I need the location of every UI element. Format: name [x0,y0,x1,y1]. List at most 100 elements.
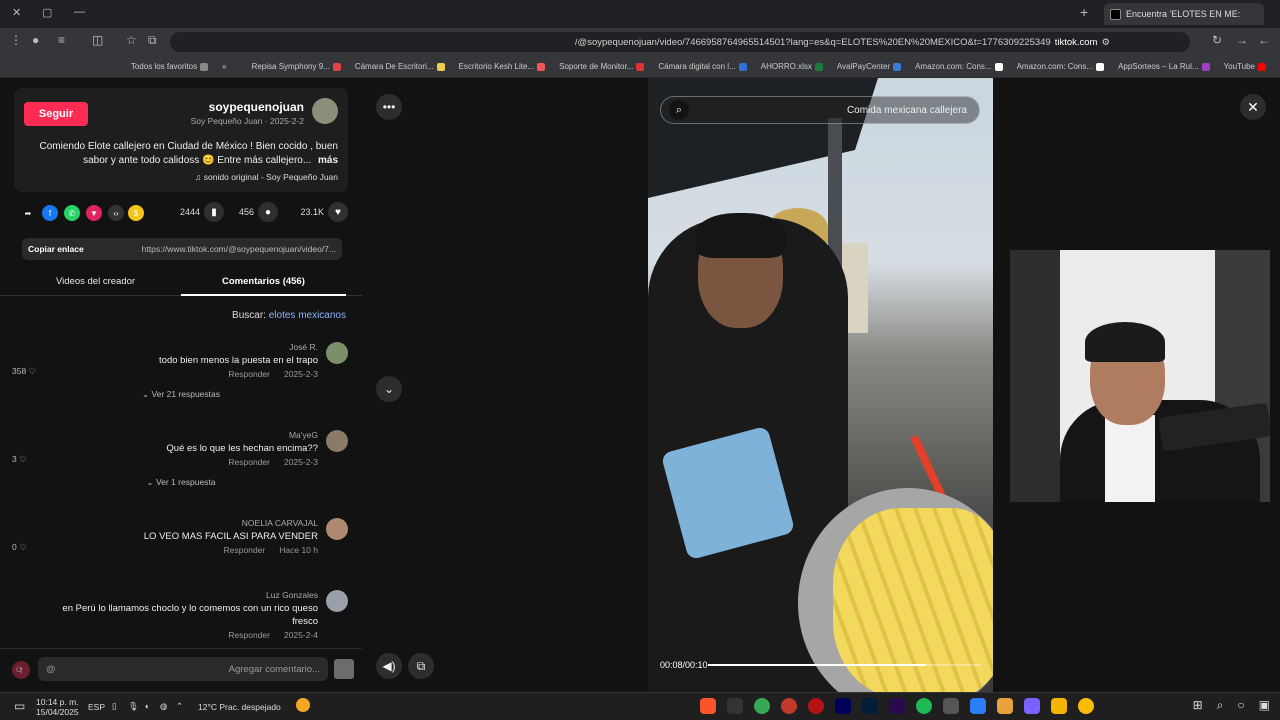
comment-button[interactable]: 456 ● [239,202,278,222]
facebook-icon[interactable]: f [42,205,58,221]
like-button[interactable]: 23.1K ♥ [300,202,348,222]
related-search[interactable]: Buscar: elotes mexicanos [232,310,346,321]
file-explorer-icon[interactable] [1051,698,1067,714]
task-view-icon[interactable]: ▣ [1259,698,1270,713]
notification-icon[interactable]: ▭ [14,699,25,713]
bookmark-item[interactable]: Escritorio Kesh Lite... [459,62,546,71]
volume-icon[interactable]: ◀) [376,653,402,679]
bookmark-item[interactable]: Repisa Symphony 9... [252,62,341,71]
bookmark-item[interactable]: Soporte de Monitor... [559,62,645,71]
creator-avatar[interactable] [312,98,338,124]
bookmark-item[interactable]: » [222,62,237,71]
follow-button[interactable]: Seguir [24,102,88,126]
bookmark-star-icon[interactable]: ☆ [126,33,137,47]
emoji-icon[interactable]: ☺ [14,664,24,675]
reply-button[interactable]: Responder [228,457,270,467]
bookmark-item[interactable]: Amazon.com: Cons... [915,62,1003,71]
mail-icon[interactable] [970,698,986,714]
bookmark-item[interactable]: Cámara digital con l... [658,62,747,71]
bookmark-item[interactable]: Amazon.com: Cons... [1017,62,1105,71]
tab-comments[interactable]: Comentarios (456) [222,276,305,287]
comment-author[interactable]: Luz Gonzales [266,590,318,600]
sound-label[interactable]: ♫ sonido original - Soy Pequeño Juan [195,172,338,182]
back-icon[interactable]: ← [1258,33,1270,47]
maximize-window-icon[interactable]: ▢ [42,6,52,19]
url-field[interactable]: /@soypequenojuan/video/74669587649655145… [170,32,1190,52]
comment-like-button[interactable]: 0 ♡ [12,542,27,553]
menu-dots-icon[interactable]: ⋮ [10,33,22,47]
save-button[interactable]: 2444 ▮ [180,202,224,222]
at-icon[interactable]: @ [46,664,56,675]
more-options-icon[interactable]: ••• [376,94,402,120]
after-effects-icon[interactable] [835,698,851,714]
reload-icon[interactable]: ↻ [1212,33,1222,47]
bookmark-item[interactable]: AHORRO.xlsx [761,62,823,71]
search-icon[interactable]: ⌕ [669,100,689,120]
battery-icon[interactable]: ▯ [112,701,117,712]
close-window-icon[interactable]: ✕ [12,6,21,19]
brave-icon[interactable] [700,698,716,714]
start-icon[interactable]: ⊞ [1193,698,1203,713]
more-link[interactable]: más [318,155,338,166]
comment-like-button[interactable]: 358 ♡ [12,366,36,377]
commenter-avatar[interactable] [326,518,348,540]
creator-username[interactable]: soypequenojuan [209,100,304,114]
reply-button[interactable]: Responder [228,630,270,640]
commenter-avatar[interactable] [326,590,348,612]
language-indicator[interactable]: ESP [88,702,105,712]
next-video-icon[interactable]: ⌄ [376,376,402,402]
app-icon[interactable] [943,698,959,714]
send-share-icon[interactable]: ▼ [86,205,102,221]
record-app-icon[interactable] [781,698,797,714]
bookmark-item[interactable]: YouTube [1224,62,1266,71]
comment-author[interactable]: Ma'yeG [289,430,318,440]
forward-icon[interactable]: → [1236,33,1248,47]
site-info-icon[interactable]: ⚙ [1101,37,1110,48]
minimize-window-icon[interactable]: — [74,6,85,18]
comment-input[interactable]: @ ☺ Agregar comentario... [14,657,328,681]
reply-button[interactable]: Responder [224,545,266,555]
profile-avatar-icon[interactable]: ● [32,33,39,47]
comment-like-button[interactable]: 3 ♡ [12,454,27,465]
reply-button[interactable]: Responder [228,369,270,379]
weather-text[interactable]: 12°C Prac. despejado [198,702,281,712]
screenshot-icon[interactable]: ⧉ [148,33,157,48]
taskbar-clock[interactable]: 10:14 p. m. 15/04/2025 [36,697,79,717]
new-tab-icon[interactable]: + [1080,4,1088,20]
comment-author[interactable]: NOELIA CARVAJAL [242,518,318,528]
cortana-icon[interactable]: ○ [1237,698,1244,713]
microphone-icon[interactable]: 🎙 [128,701,139,712]
embed-icon[interactable]: ‹› [108,205,124,221]
premiere-icon[interactable] [889,698,905,714]
search-taskbar-icon[interactable]: ⌕ [1217,698,1224,713]
bookmark-item[interactable]: Cámara De Escritori... [355,62,445,71]
bookmark-item[interactable]: Todos los favoritos [131,62,209,71]
video-progress-bar[interactable] [708,664,981,666]
chrome-icon[interactable] [1078,698,1094,714]
extensions-icon[interactable]: ≡ [58,33,65,47]
video-player[interactable]: ⌕ Comida mexicana callejera 00:08/00:10 [648,78,993,692]
close-video-icon[interactable]: ✕ [1240,94,1266,120]
network-icon[interactable]: ◍ [160,701,167,712]
comment-author[interactable]: José R. [289,342,318,352]
upwork-icon[interactable] [916,698,932,714]
photoshop-icon[interactable] [862,698,878,714]
view-replies-button[interactable]: ⌄ Ver 1 respuesta [0,477,362,488]
search-keyword[interactable]: elotes mexicanos [269,310,346,321]
picture-in-picture-icon[interactable]: ⧉ [408,653,434,679]
bookmark-item[interactable]: AppSorteos – La Rul... [1118,62,1210,71]
tf-app-icon[interactable] [727,698,743,714]
coin-share-icon[interactable]: $ [128,205,144,221]
view-replies-button[interactable]: ⌄ Ver 21 respuestas [0,389,362,400]
tray-expand-icon[interactable]: ⌃ [176,701,183,712]
tab-creator-videos[interactable]: Videos del creador [56,276,135,287]
active-tab[interactable]: Encuentra 'ELOTES EN ME: [1104,3,1264,25]
puzzle-icon[interactable]: ◫ [92,33,103,47]
whatsapp-icon[interactable]: ✆ [64,205,80,221]
share-arrow-icon[interactable]: ➦ [20,205,36,221]
volume-tray-icon[interactable]: ◖ [144,701,149,711]
store-icon[interactable] [997,698,1013,714]
commenter-avatar[interactable] [326,342,348,364]
bookmark-item[interactable]: AvalPayCenter [837,62,902,71]
copilot-icon[interactable] [1024,698,1040,714]
